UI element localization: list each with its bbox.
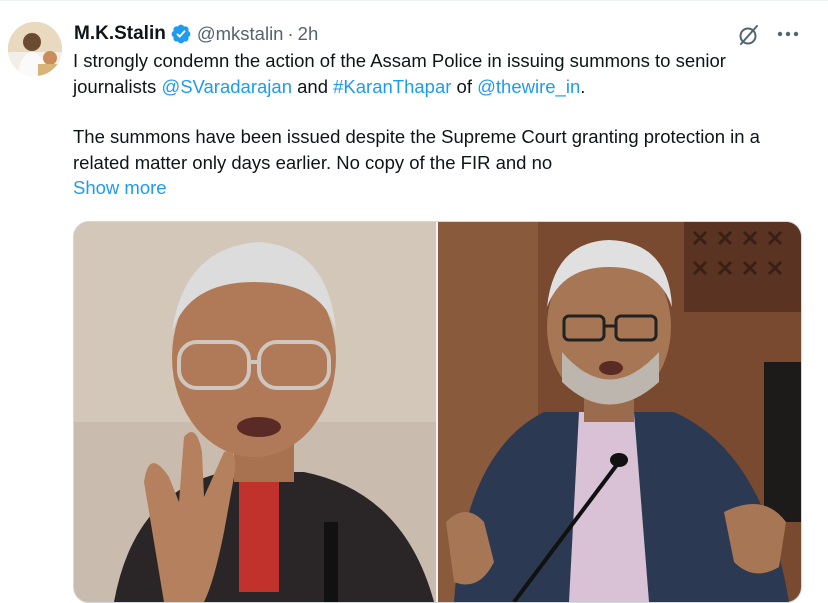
grok-icon[interactable] [736,22,762,48]
tweet-media[interactable] [73,221,802,603]
tweet-paragraph-2: The summons have been issued despite the… [73,124,793,201]
tweet-text-segment: The summons have been issued despite the… [73,126,760,173]
left-person-inner-shirt [239,482,279,592]
top-divider [0,0,828,1]
show-more-link[interactable]: Show more [73,177,167,198]
mention-thewire-in[interactable]: @thewire_in [477,76,580,97]
more-icon[interactable] [775,23,801,45]
media-image [74,222,801,602]
author-name[interactable]: M.K.Stalin [74,23,166,45]
mention-svaradarajan[interactable]: @SVaradarajan [161,76,292,97]
avatar[interactable] [8,22,62,76]
tweet-text-segment: of [451,75,478,97]
tweet-paragraph-1: I strongly condemn the action of the Ass… [73,48,793,99]
tweet-header: M.K.Stalin @mkstalin · 2h [74,20,318,48]
tweet-text-segment: . [580,75,586,97]
verified-badge-icon [171,24,191,44]
tweet-text: I strongly condemn the action of the Ass… [73,48,793,201]
hashtag-karanthapar[interactable]: #KaranThapar [333,76,451,97]
author-handle[interactable]: @mkstalin [197,23,284,45]
tweet-text-segment: and [291,75,334,97]
tweet-timestamp[interactable]: 2h [298,23,319,45]
header-separator: · [287,23,294,44]
avatar-image [8,22,62,76]
